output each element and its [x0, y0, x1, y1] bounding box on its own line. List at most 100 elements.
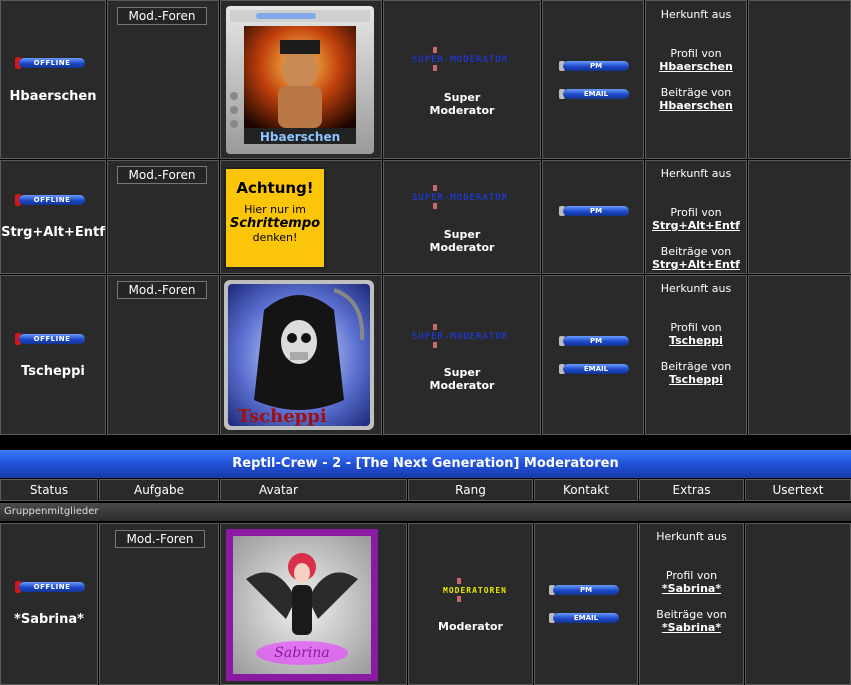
mod-foren-select[interactable]: Mod.-Foren [115, 530, 205, 548]
offline-status-button[interactable]: OFFLINE [15, 580, 85, 594]
offline-status-button[interactable]: OFFLINE [15, 332, 85, 346]
avatar-image: Tscheppi [224, 280, 374, 430]
column-header-status: Status [0, 479, 98, 501]
usertext-cell [748, 160, 851, 274]
username-link[interactable]: Strg+Alt+Entf [1, 225, 105, 240]
status-cell: OFFLINE Tscheppi [0, 275, 106, 435]
rank-cell: SUPER-MODERATOR Super Moderator [383, 275, 541, 435]
pm-label: PM [563, 206, 629, 216]
avatar-image: Sabrina [226, 529, 378, 681]
avatar-cell: Achtung! Hier nur im Schrittempo denken! [220, 160, 382, 274]
pm-button[interactable]: PM [559, 334, 629, 348]
sign-line-1: Achtung! [236, 179, 314, 197]
contact-cell: PM EMAIL [542, 275, 644, 435]
email-button[interactable]: EMAIL [549, 611, 619, 625]
sign-line-2: Hier nur im [244, 203, 306, 216]
column-header-contact: Kontakt [534, 479, 638, 501]
pm-button[interactable]: PM [559, 59, 629, 73]
offline-status-button[interactable]: OFFLINE [15, 193, 85, 207]
task-cell: Mod.-Foren [99, 523, 219, 685]
username-link[interactable]: Tscheppi [1, 364, 105, 379]
email-label: EMAIL [553, 613, 619, 623]
username-link[interactable]: *Sabrina* [1, 612, 97, 627]
super-moderator-rank-image: SUPER-MODERATOR [390, 322, 530, 350]
rank-label: Super Moderator [384, 366, 540, 392]
avatar-cell: Tscheppi [220, 275, 382, 435]
contact-cell: PM EMAIL [534, 523, 638, 685]
column-header-rank: Rang [408, 479, 533, 501]
super-moderator-rank-image: SUPER-MODERATOR [390, 183, 530, 211]
posts-link[interactable]: Strg+Alt+Entf [646, 258, 746, 271]
extras-block: Herkunft aus Profil von Hbaerschen Beitr… [646, 8, 746, 112]
profile-label: Profil von [670, 321, 722, 334]
extras-block: Herkunft aus Profil von *Sabrina* Beiträ… [640, 530, 743, 634]
extras-cell: Herkunft aus Profil von Strg+Alt+Entf Be… [645, 160, 747, 274]
email-button[interactable]: EMAIL [559, 362, 629, 376]
extras-block: Herkunft aus Profil von Strg+Alt+Entf Be… [646, 167, 746, 271]
rank-cell: MODERATOREN Moderator [408, 523, 533, 685]
rank-label: Super Moderator [384, 228, 540, 254]
rank-label: Moderator [438, 620, 503, 633]
profile-label: Profil von [665, 569, 718, 582]
status-label: OFFLINE [19, 58, 85, 68]
extras-block: Herkunft aus Profil von Tscheppi Beiträg… [646, 282, 746, 386]
avatar-caption: Sabrina [274, 645, 329, 661]
rank-image-label: SUPER-MODERATOR [412, 193, 508, 203]
column-header-task: Aufgabe [99, 479, 219, 501]
status-cell: OFFLINE *Sabrina* [0, 523, 98, 685]
extras-cell: Herkunft aus Profil von *Sabrina* Beiträ… [639, 523, 744, 685]
origin-label: Herkunft aus [660, 167, 732, 180]
task-cell: Mod.-Foren [107, 275, 219, 435]
status-cell: OFFLINE Strg+Alt+Entf [0, 160, 106, 274]
usertext-cell [748, 0, 851, 159]
profile-link[interactable]: Tscheppi [646, 334, 746, 347]
profile-link[interactable]: *Sabrina* [640, 582, 743, 595]
posts-link[interactable]: Tscheppi [646, 373, 746, 386]
group-title-bar: Reptil-Crew - 2 - [The Next Generation] … [0, 450, 851, 478]
profile-label: Profil von [670, 206, 722, 219]
pm-button[interactable]: PM [559, 204, 629, 218]
pm-label: PM [553, 585, 619, 595]
mod-foren-select[interactable]: Mod.-Foren [117, 7, 207, 25]
posts-link[interactable]: *Sabrina* [640, 621, 743, 634]
pm-button[interactable]: PM [549, 583, 619, 597]
sign-line-4: denken! [252, 231, 298, 244]
extras-cell: Herkunft aus Profil von Tscheppi Beiträg… [645, 275, 747, 435]
rank-cell: SUPER-MODERATOR Super Moderator [383, 160, 541, 274]
posts-label: Beiträge von [660, 360, 732, 373]
rank-cell: SUPER-MODERATOR Super Moderator [383, 0, 541, 159]
rank-line-1: Super [443, 366, 481, 379]
origin-label: Herkunft aus [660, 282, 732, 295]
mod-foren-select[interactable]: Mod.-Foren [117, 166, 207, 184]
column-header-usertext: Usertext [745, 479, 851, 501]
rank-line-1: Super [443, 228, 481, 241]
avatar-warning-sign: Achtung! Hier nur im Schrittempo denken! [224, 167, 326, 269]
moderator-rank-image: MODERATOREN [401, 576, 541, 604]
avatar-caption: Hbaerschen [260, 130, 340, 144]
status-label: OFFLINE [19, 582, 85, 592]
group-members-label: Gruppenmitglieder [0, 503, 851, 521]
posts-link[interactable]: Hbaerschen [646, 99, 746, 112]
status-label: OFFLINE [19, 195, 85, 205]
offline-status-button[interactable]: OFFLINE [15, 56, 85, 70]
email-button[interactable]: EMAIL [559, 87, 629, 101]
rank-line-1: Super [443, 91, 481, 104]
origin-label: Herkunft aus [660, 8, 732, 21]
rank-line-2: Moderator [429, 379, 495, 392]
posts-label: Beiträge von [660, 86, 732, 99]
task-cell: Mod.-Foren [107, 160, 219, 274]
email-label: EMAIL [563, 364, 629, 374]
rank-image-label: SUPER-MODERATOR [412, 55, 508, 65]
username-link[interactable]: Hbaerschen [1, 89, 105, 104]
rank-line-2: Moderator [429, 104, 495, 117]
avatar-caption: Tscheppi [237, 406, 327, 427]
extras-cell: Herkunft aus Profil von Hbaerschen Beitr… [645, 0, 747, 159]
mod-foren-select[interactable]: Mod.-Foren [117, 281, 207, 299]
avatar-image: Hbaerschen [226, 6, 374, 154]
usertext-cell [748, 275, 851, 435]
contact-cell: PM EMAIL [542, 0, 644, 159]
usertext-cell [745, 523, 851, 685]
profile-link[interactable]: Strg+Alt+Entf [646, 219, 746, 232]
contact-cell: PM [542, 160, 644, 274]
profile-link[interactable]: Hbaerschen [646, 60, 746, 73]
